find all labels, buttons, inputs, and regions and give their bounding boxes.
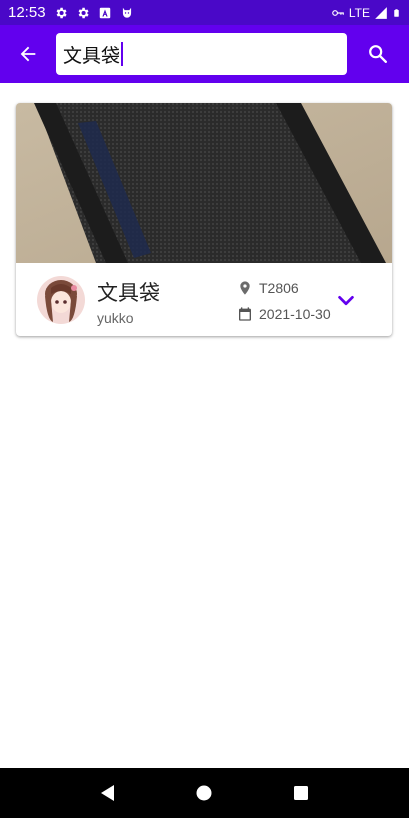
search-input-value: 文具袋	[63, 44, 121, 67]
gear-icon	[78, 7, 89, 18]
item-photo	[16, 103, 392, 263]
search-button[interactable]	[347, 25, 409, 83]
item-location: T2806	[237, 280, 299, 296]
avatar	[37, 276, 85, 324]
back-triangle-icon	[101, 785, 115, 801]
result-card[interactable]: 文具袋 yukko T2806 2021-10-30	[16, 103, 392, 336]
search-input[interactable]: 文具袋	[56, 33, 347, 75]
cat-icon	[122, 7, 131, 18]
calendar-icon	[239, 307, 251, 321]
text-cursor	[121, 42, 124, 66]
recents-square-icon	[293, 786, 308, 800]
signal-icon	[375, 6, 387, 19]
system-nav-bar	[0, 768, 409, 818]
app-bar: 文具袋	[0, 25, 409, 83]
a-box-icon	[99, 7, 110, 18]
card-footer: 文具袋 yukko T2806 2021-10-30	[16, 263, 392, 336]
back-button[interactable]	[0, 25, 56, 83]
nav-recents-button[interactable]	[281, 773, 321, 813]
status-bar: 12:53 LTE	[0, 0, 409, 25]
key-icon	[332, 9, 344, 16]
network-type: LTE	[348, 5, 370, 20]
status-time: 12:53	[8, 4, 46, 21]
arrow-back-icon	[20, 46, 36, 62]
chevron-down-icon	[338, 295, 354, 306]
battery-icon	[394, 8, 399, 17]
nav-back-button[interactable]	[88, 773, 128, 813]
date-text: 2021-10-30	[259, 306, 331, 322]
nav-home-button[interactable]	[184, 773, 224, 813]
home-circle-icon	[196, 785, 212, 801]
search-icon	[369, 45, 387, 63]
location-pin-icon	[240, 281, 250, 295]
expand-button[interactable]	[332, 289, 360, 313]
item-owner: yukko	[97, 310, 134, 326]
item-date: 2021-10-30	[237, 306, 331, 322]
item-title: 文具袋	[97, 281, 160, 305]
gear-icon	[56, 7, 67, 18]
location-text: T2806	[259, 280, 299, 296]
